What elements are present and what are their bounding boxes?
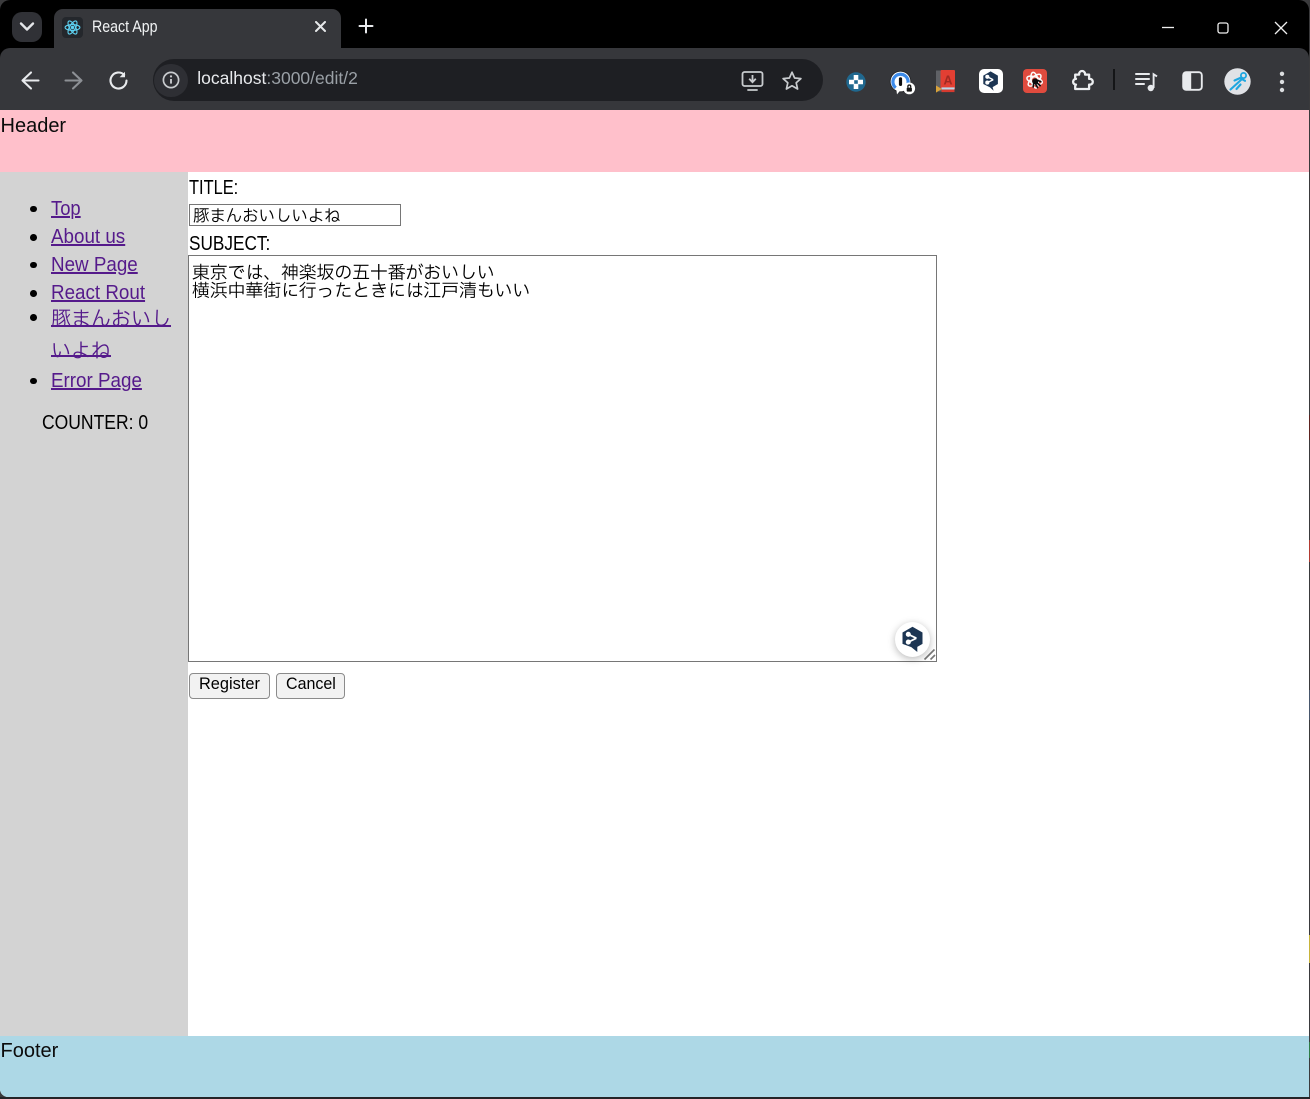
svg-text:A: A — [943, 73, 952, 87]
